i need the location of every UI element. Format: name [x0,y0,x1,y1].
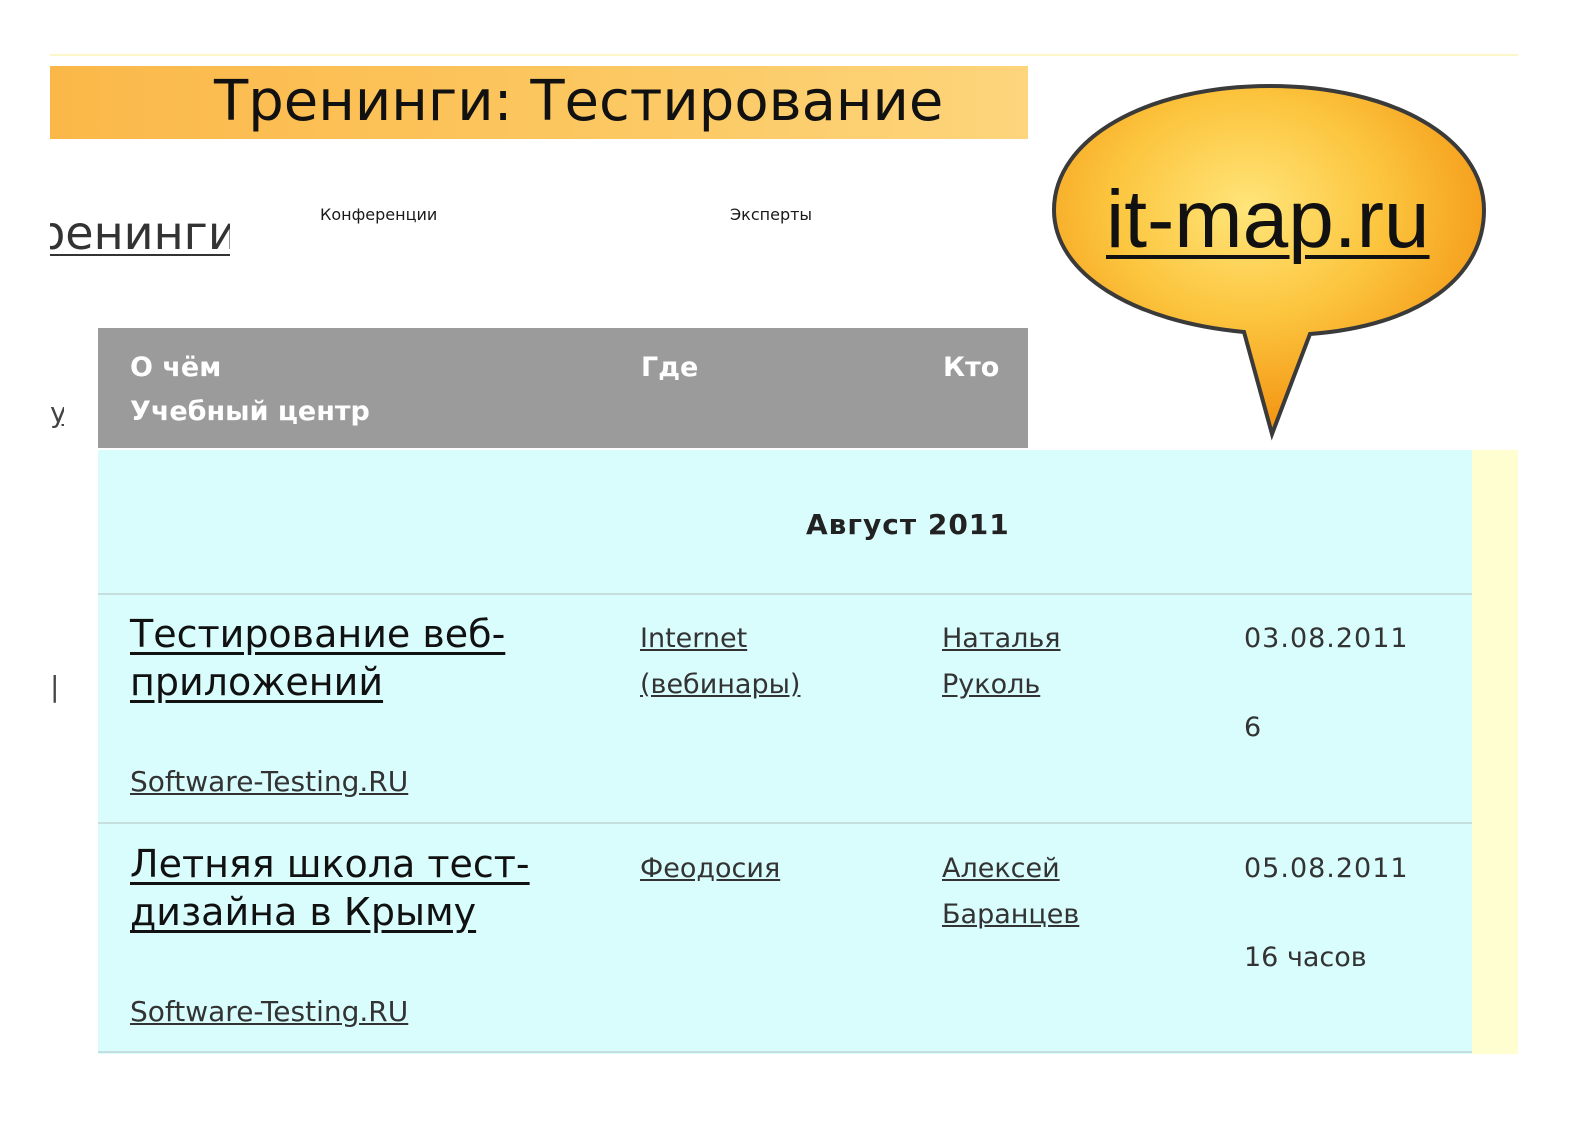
clipped-text-fragment: | [50,670,60,703]
row-divider [98,593,1472,595]
table-row: Летняя школа тест-дизайна в Крыму Softwa… [98,826,1472,1054]
trainer-link[interactable]: Наталья Руколь [942,616,1142,708]
nav-item-trainings-label[interactable]: Тренинги [50,205,230,261]
column-header-who: Кто [943,352,1000,383]
top-divider [50,54,1518,56]
training-duration: 6 [1244,712,1262,743]
training-date: 05.08.2011 [1244,853,1409,884]
column-header-where: Где [641,352,699,383]
table-row: Тестирование веб-приложений Software-Tes… [98,596,1472,824]
training-title-link[interactable]: Тестирование веб-приложений [130,610,610,706]
column-header-center: Учебный центр [130,396,370,427]
table-header: О чём Где Кто Учебный центр [98,328,1028,448]
location-link[interactable]: Internet (вебинары) [640,616,860,708]
nav-item-experts[interactable]: Эксперты [730,205,812,265]
clipped-link-fragment: у [50,396,64,429]
training-title-link[interactable]: Летняя школа тест-дизайна в Крыму [130,840,610,936]
training-duration: 16 часов [1244,942,1367,973]
training-center-link[interactable]: Software-Testing.RU [130,764,408,800]
nav-item-conferences[interactable]: Конференции [320,205,437,265]
page-title: Тренинги: Тестирование [214,69,944,134]
training-date: 03.08.2011 [1244,623,1409,654]
column-header-about: О чём [130,352,222,383]
month-heading: Август 2011 [806,508,1010,541]
right-side-strip [1472,450,1518,1054]
row-divider [98,822,1472,824]
nav-item-trainings[interactable]: Тренинги [50,205,230,265]
site-logo-link[interactable]: it-map.ru [1106,172,1430,268]
training-center-link[interactable]: Software-Testing.RU [130,994,408,1030]
trainer-link[interactable]: Алексей Баранцев [942,846,1142,938]
location-link[interactable]: Феодосия [640,846,860,892]
row-divider [98,1051,1472,1053]
